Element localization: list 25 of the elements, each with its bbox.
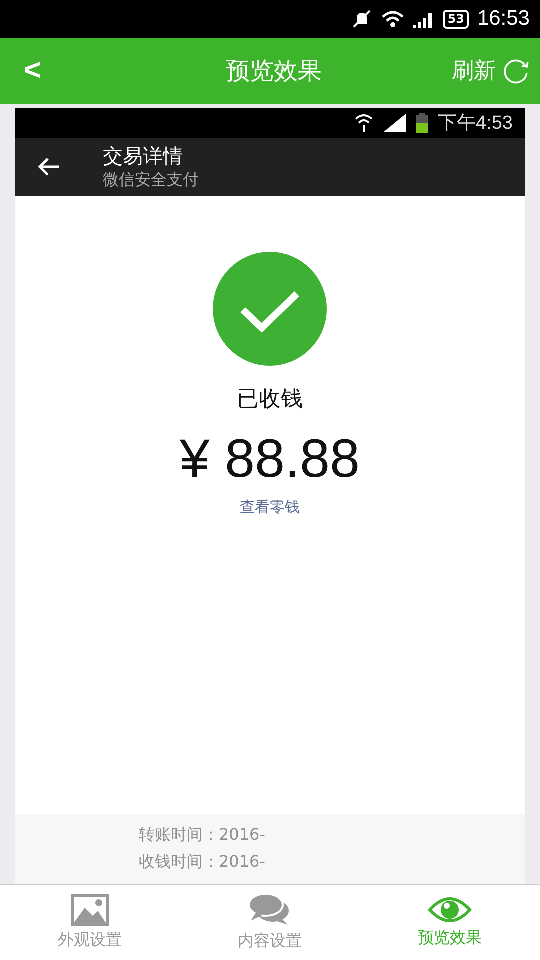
refresh-icon	[502, 57, 530, 85]
eye-icon	[428, 896, 472, 924]
refresh-button[interactable]: 刷新	[452, 56, 530, 86]
page-title: 预览效果	[226, 56, 322, 87]
wifi-icon	[354, 113, 374, 133]
image-icon	[71, 894, 109, 926]
battery-icon	[416, 113, 428, 133]
detail-text: 转账时间：2016-	[139, 825, 266, 846]
mute-icon	[350, 9, 373, 29]
signal-icon	[412, 10, 435, 28]
back-arrow-icon[interactable]	[37, 157, 61, 177]
back-button[interactable]: <	[18, 54, 48, 88]
screen-title: 交易详情	[103, 143, 184, 170]
view-change-link[interactable]: 查看零钱	[240, 498, 300, 517]
screen-subtitle: 微信安全支付	[103, 170, 199, 191]
checkmark-icon	[213, 252, 327, 366]
amount: ¥ 88.88	[180, 428, 360, 490]
wifi-icon	[380, 9, 405, 29]
clock-time: 16:53	[477, 7, 530, 31]
chat-icon	[248, 893, 292, 927]
signal-icon	[384, 114, 406, 132]
clock-time: 下午4:53	[438, 112, 513, 136]
payment-status: 已收钱	[237, 386, 303, 414]
battery-indicator: 53	[442, 10, 470, 28]
detail-text: 收钱时间：2016-	[139, 852, 266, 873]
